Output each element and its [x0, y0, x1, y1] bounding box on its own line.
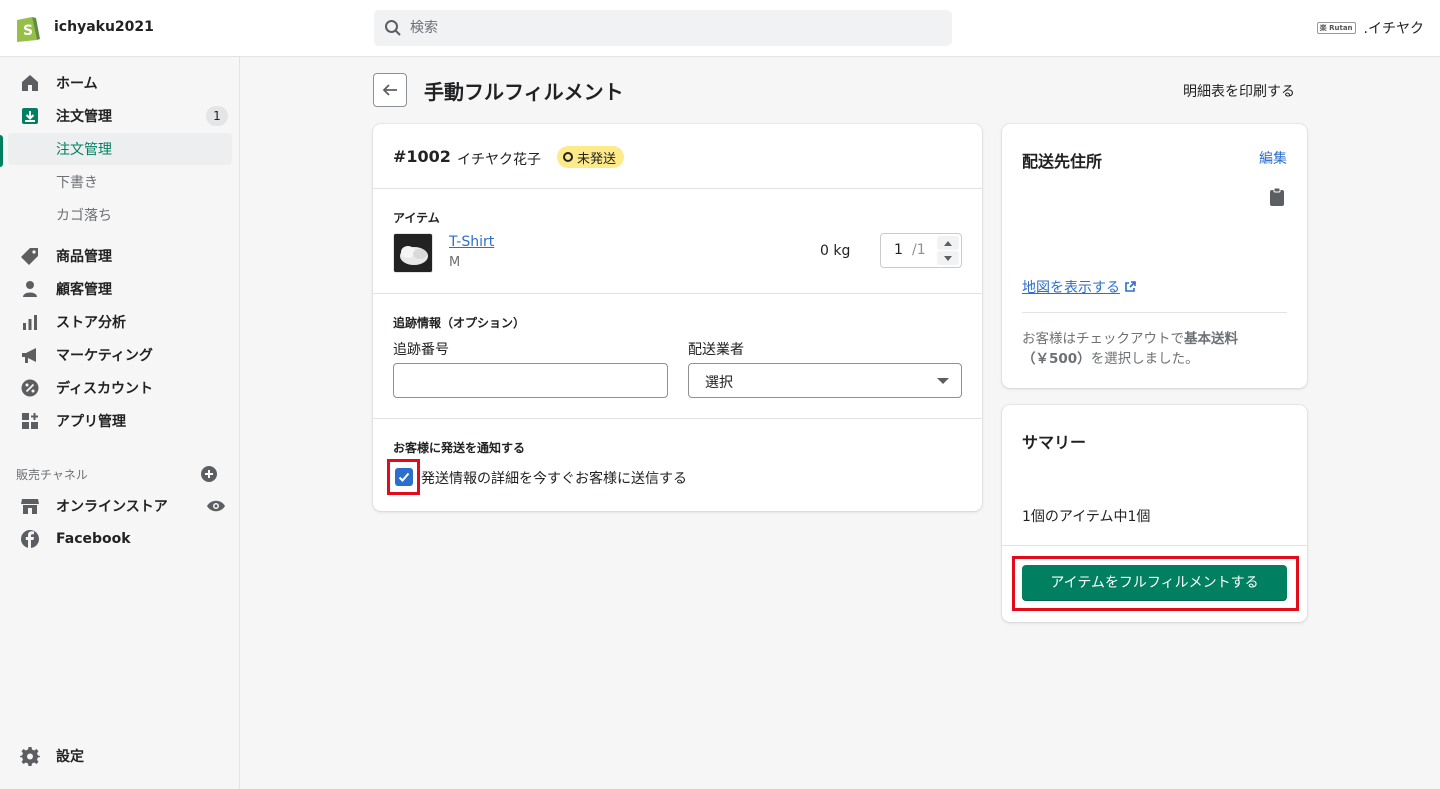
svg-text:S: S	[23, 23, 33, 39]
notify-customer-label[interactable]: 発送情報の詳細を今すぐお客様に送信する	[421, 468, 687, 488]
fulfill-items-button[interactable]: アイテムをフルフィルメントする	[1022, 565, 1287, 601]
notify-customer-checkbox[interactable]	[395, 468, 413, 486]
sidebar-item-facebook[interactable]: Facebook	[8, 523, 232, 555]
sidebar-item-orders[interactable]: 注文管理 1	[8, 100, 232, 132]
sidebar-subitem-abandoned[interactable]: カゴ落ち	[8, 199, 232, 231]
shopify-logo-icon[interactable]: S	[14, 13, 40, 43]
items-heading: アイテム	[393, 211, 440, 225]
sidebar-item-products[interactable]: 商品管理	[8, 240, 232, 272]
arrow-left-icon	[382, 84, 397, 96]
apps-icon	[22, 413, 38, 429]
product-weight: 0 kg	[820, 243, 851, 259]
sidebar-item-apps[interactable]: アプリ管理	[8, 405, 232, 437]
quantity-total: /1	[912, 242, 926, 258]
order-number: #1002	[393, 147, 451, 166]
divider	[1022, 312, 1287, 313]
carrier-selected-value: 選択	[705, 375, 733, 391]
home-icon	[22, 75, 38, 91]
status-badge: 未発送	[557, 146, 625, 168]
search-icon	[385, 20, 401, 36]
view-map-link[interactable]: 地図を表示する	[1022, 277, 1136, 297]
divider	[1002, 545, 1307, 546]
quantity-increment-button[interactable]	[937, 236, 959, 250]
fulfillment-card: #1002 イチヤク花子 未発送 アイテム T-Shirt M 0 kg 1 /…	[373, 124, 982, 511]
account-logo: 楽 Rutan	[1316, 22, 1356, 34]
clipboard-icon[interactable]	[1270, 188, 1284, 206]
sidebar-item-online-store[interactable]: オンラインストア	[8, 490, 232, 522]
active-indicator	[0, 135, 3, 167]
sidebar-item-marketing[interactable]: マーケティング	[8, 339, 232, 371]
tracking-heading: 追跡情報（オプション）	[393, 316, 526, 330]
sidebar: ホーム 注文管理 1 注文管理 下書き カゴ落ち 商品管理 顧客管理 ストア分析…	[0, 57, 240, 789]
edit-address-button[interactable]: 編集	[1259, 148, 1287, 168]
checkmark-icon	[398, 472, 410, 482]
tracking-number-input[interactable]	[393, 363, 668, 398]
status-dot-icon	[563, 152, 573, 162]
quantity-value[interactable]: 1	[894, 242, 903, 258]
external-link-icon	[1125, 281, 1136, 292]
shipping-address-heading: 配送先住所	[1022, 152, 1103, 171]
quantity-decrement-button[interactable]	[937, 251, 959, 265]
summary-heading: サマリー	[1022, 433, 1087, 452]
summary-card: サマリー 1個のアイテム中1個 アイテムをフルフィルメントする	[1002, 405, 1307, 622]
quantity-stepper[interactable]: 1 /1	[880, 233, 962, 268]
product-thumbnail	[393, 233, 433, 273]
search-bar[interactable]	[374, 10, 952, 46]
sidebar-subitem-drafts[interactable]: 下書き	[8, 166, 232, 198]
customer-name: イチヤク花子	[457, 152, 541, 168]
gear-icon	[20, 747, 40, 766]
tshirt-image-icon	[394, 234, 432, 272]
print-packing-slip-button[interactable]: 明細表を印刷する	[1183, 81, 1295, 101]
caret-up-icon	[944, 240, 952, 246]
caret-down-icon	[944, 255, 952, 261]
back-button[interactable]	[373, 73, 407, 107]
page-title: 手動フルフィルメント	[424, 80, 624, 104]
carrier-label: 配送業者	[688, 342, 744, 358]
sidebar-item-settings[interactable]: 設定	[8, 740, 232, 772]
sidebar-subitem-orders[interactable]: 注文管理	[8, 133, 232, 165]
carrier-select[interactable]: 選択	[688, 363, 962, 398]
sales-channels-heading: 販売チャネル	[16, 468, 88, 482]
account-name: .イチヤク	[1363, 21, 1424, 37]
facebook-icon	[21, 530, 39, 548]
notify-heading: お客様に発送を通知する	[393, 441, 526, 455]
orders-count-badge: 1	[206, 106, 228, 126]
tracking-number-label: 追跡番号	[393, 342, 449, 358]
store-icon	[21, 499, 39, 514]
add-channel-icon[interactable]	[200, 465, 218, 483]
fulfill-count: 1個のアイテム中1個	[1022, 509, 1151, 525]
shipping-address-card: 配送先住所 編集 地図を表示する お客様はチェックアウトで基本送料（￥500）を…	[1002, 124, 1307, 388]
shipping-method-note: お客様はチェックアウトで基本送料（￥500）を選択しました。	[1022, 331, 1238, 367]
dropdown-arrow-icon	[937, 378, 949, 384]
search-input[interactable]	[410, 10, 940, 46]
top-bar: S ichyaku2021 楽 Rutan .イチヤク	[0, 0, 1440, 57]
product-variant: M	[449, 255, 461, 270]
tag-icon	[21, 248, 38, 265]
account-menu[interactable]: 楽 Rutan .イチヤク	[1316, 18, 1424, 38]
bar-chart-icon	[23, 315, 37, 330]
product-link[interactable]: T-Shirt	[449, 234, 494, 250]
store-name[interactable]: ichyaku2021	[54, 19, 154, 35]
divider	[373, 418, 982, 419]
eye-icon[interactable]	[206, 497, 226, 515]
sidebar-item-analytics[interactable]: ストア分析	[8, 306, 232, 338]
person-icon	[23, 281, 37, 297]
sidebar-item-discounts[interactable]: ディスカウント	[8, 372, 232, 404]
discount-icon	[21, 379, 39, 397]
orders-icon	[22, 108, 38, 124]
divider	[373, 188, 982, 189]
sidebar-item-home[interactable]: ホーム	[8, 67, 232, 99]
sidebar-item-customers[interactable]: 顧客管理	[8, 273, 232, 305]
megaphone-icon	[22, 348, 36, 363]
divider	[373, 293, 982, 294]
